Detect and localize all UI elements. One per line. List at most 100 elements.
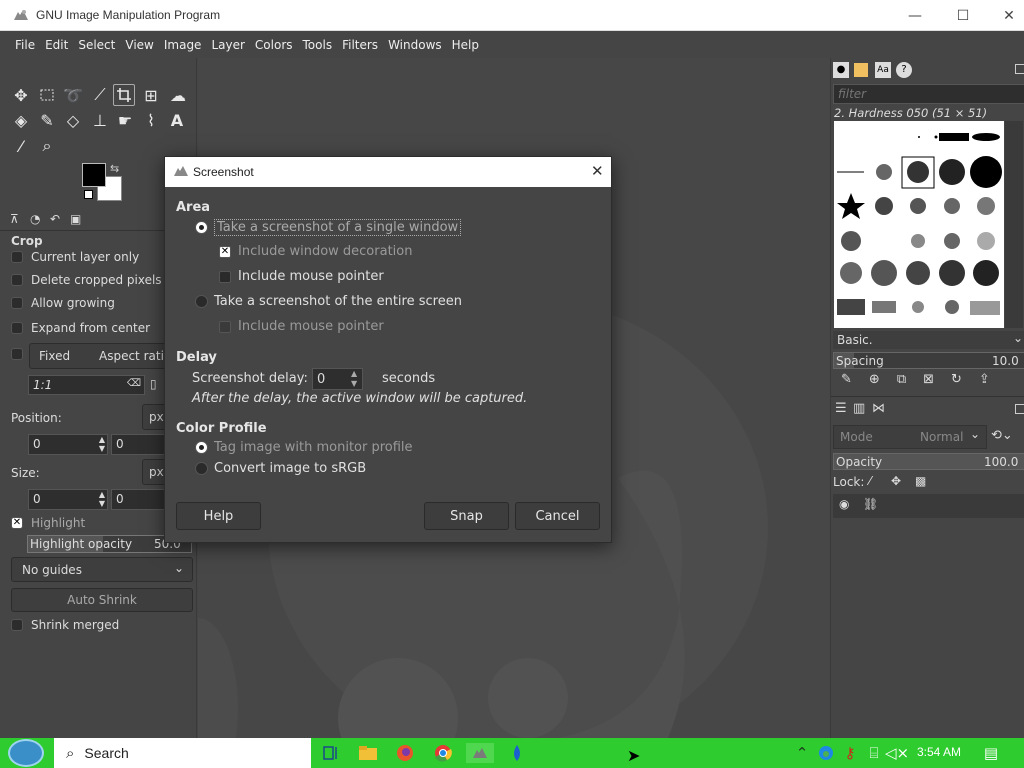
new-brush-icon[interactable]: ⊕ (869, 372, 897, 387)
menu-layer[interactable]: Layer (206, 38, 249, 52)
layer-opacity-slider[interactable]: Opacity 100.0 (833, 453, 1024, 470)
help-tab-icon[interactable]: ? (896, 62, 912, 78)
delete-brush-icon[interactable]: ⊠ (923, 372, 951, 387)
size-w-spin-icon[interactable]: ▲ ▼ (99, 490, 105, 508)
mode-switch-icon[interactable]: ⟲⌄ (991, 428, 1013, 443)
brush-grid-scrollbar[interactable] (1005, 121, 1023, 328)
eraser-tool-icon[interactable]: ◇ (62, 109, 84, 131)
fonts-tab-icon[interactable]: Aa (875, 62, 891, 78)
expand-center-checkbox[interactable]: Expand from center (11, 321, 150, 335)
undo-history-tab-icon[interactable]: ↶ (50, 212, 60, 226)
include-pointer-checkbox-2[interactable]: Include mouse pointer (219, 319, 384, 334)
lock-alpha-icon[interactable]: ▩ (915, 474, 926, 488)
layer-mode-select[interactable]: Mode Normal ⌄ (833, 425, 987, 449)
brush-preset-select[interactable]: Basic. ⌄ (833, 331, 1024, 349)
warp-transform-tool-icon[interactable]: ☁ (167, 84, 189, 106)
convert-srgb-radio[interactable]: Convert image to sRGB (195, 461, 366, 476)
duplicate-brush-icon[interactable]: ⧉ (897, 372, 923, 387)
device-status-tab-icon[interactable]: ◔ (30, 212, 40, 226)
lock-position-icon[interactable]: ✥ (891, 474, 901, 488)
show-hidden-icons-icon[interactable]: ⌃ (792, 743, 812, 763)
zoom-tool-icon[interactable]: ⌕ (36, 135, 58, 157)
menu-view[interactable]: View (120, 38, 158, 52)
rect-select-tool-icon[interactable] (36, 84, 58, 106)
menu-colors[interactable]: Colors (250, 38, 298, 52)
fixed-checkbox[interactable] (11, 348, 31, 360)
volume-muted-icon[interactable]: ◁× (885, 743, 909, 763)
app-drop-icon[interactable] (507, 743, 527, 763)
brush-filter-input[interactable] (833, 84, 1024, 104)
dialog-close-icon[interactable]: ✕ (591, 162, 604, 180)
guides-select[interactable]: No guides ⌄ (11, 557, 193, 582)
crop-tool-icon[interactable] (113, 84, 135, 106)
cancel-button[interactable]: Cancel (515, 502, 600, 530)
menu-file[interactable]: File (10, 38, 40, 52)
chain-link-icon[interactable]: ⛓ (863, 497, 878, 511)
foreground-color-swatch[interactable] (82, 163, 106, 187)
paintbrush-tool-icon[interactable]: ✎ (36, 109, 58, 131)
firefox-icon[interactable] (395, 743, 415, 763)
network-icon[interactable]: ⌸ (864, 743, 884, 763)
paths-tool-icon[interactable]: ⌇ (140, 109, 162, 131)
lock-pixels-icon[interactable]: ⁄ (869, 474, 871, 488)
menu-image[interactable]: Image (159, 38, 207, 52)
taskbar-search-box[interactable]: ⌕ Search (54, 738, 311, 768)
allow-growing-checkbox[interactable]: Allow growing (11, 296, 115, 310)
auto-shrink-button[interactable]: Auto Shrink (11, 588, 193, 612)
menu-select[interactable]: Select (73, 38, 120, 52)
clear-entry-icon[interactable]: ⌫ (127, 378, 141, 389)
layers-tab-icon[interactable]: ☰ (835, 401, 847, 416)
swap-colors-icon[interactable]: ⇆ (110, 162, 119, 175)
smudge-tool-icon[interactable]: ☛ (114, 109, 136, 131)
tool-options-tab-icon[interactable]: ⊼ (10, 212, 19, 226)
text-tool-icon[interactable]: A (166, 109, 188, 131)
entire-screen-radio[interactable]: Take a screenshot of the entire screen (195, 294, 462, 309)
aspect-value-input[interactable]: 1:1 ⌫ (28, 375, 145, 395)
paths-tab-icon[interactable]: ⋈ (872, 401, 885, 416)
brush-grid[interactable] (834, 121, 1004, 328)
tag-monitor-radio[interactable]: Tag image with monitor profile (195, 440, 413, 455)
edit-brush-icon[interactable]: ✎ (841, 372, 869, 387)
notifications-icon[interactable]: ▤ (981, 743, 1001, 763)
position-y-input[interactable]: 0 (111, 434, 166, 455)
include-decoration-checkbox[interactable]: ✕ Include window decoration (219, 244, 412, 259)
key-icon[interactable]: ⚷ (840, 743, 860, 763)
portrait-landscape-icon[interactable]: ▯ (150, 377, 157, 391)
menu-help[interactable]: Help (447, 38, 484, 52)
patterns-tab-icon[interactable] (854, 63, 868, 77)
maximize-button[interactable]: ☐ (940, 0, 986, 31)
clock-time[interactable]: 3:54 AM (917, 745, 961, 759)
bucket-fill-tool-icon[interactable]: ◈ (10, 109, 32, 131)
default-colors-icon[interactable] (84, 190, 93, 199)
minimize-button[interactable]: — (892, 0, 938, 31)
open-brush-icon[interactable]: ⇪ (979, 372, 1007, 387)
snap-button[interactable]: Snap (424, 502, 509, 530)
unified-transform-tool-icon[interactable]: ⊞ (140, 84, 162, 106)
help-button[interactable]: Help (176, 502, 261, 530)
edge-icon[interactable] (816, 743, 836, 763)
close-window-button[interactable]: ✕ (986, 0, 1024, 31)
file-explorer-icon[interactable] (358, 743, 378, 763)
lasso-tool-icon[interactable]: ➰ (62, 84, 84, 106)
single-window-radio[interactable]: Take a screenshot of a single window (195, 219, 462, 236)
spacing-slider[interactable]: Spacing 10.0 (833, 352, 1024, 369)
channels-tab-icon[interactable]: ▥ (853, 401, 865, 416)
size-w-input[interactable]: 0 ▲ ▼ (28, 489, 108, 510)
task-view-icon[interactable] (321, 743, 341, 763)
gimp-taskbar-icon[interactable] (466, 743, 494, 763)
position-x-input[interactable]: 0 ▲ ▼ (28, 434, 108, 455)
shrink-merged-checkbox[interactable]: Shrink merged (11, 618, 119, 632)
images-tab-icon[interactable]: ▣ (70, 212, 81, 226)
menu-filters[interactable]: Filters (337, 38, 383, 52)
position-x-spin-icon[interactable]: ▲ ▼ (99, 435, 105, 453)
delay-spinner[interactable]: 0 ▲ ▼ (312, 368, 363, 390)
clone-tool-icon[interactable]: ⊥ (89, 109, 111, 131)
color-picker-tool-icon[interactable]: ⁄ (10, 135, 32, 157)
start-button-icon[interactable] (8, 739, 44, 767)
fuzzy-select-tool-icon[interactable]: ⟋ (89, 84, 111, 106)
menu-tools[interactable]: Tools (298, 38, 338, 52)
move-tool-icon[interactable]: ✥ (10, 84, 32, 106)
brushes-tab-icon[interactable]: ● (833, 62, 849, 78)
highlight-checkbox[interactable]: ✕ Highlight (11, 516, 85, 530)
visibility-eye-icon[interactable]: ◉ (839, 497, 849, 511)
